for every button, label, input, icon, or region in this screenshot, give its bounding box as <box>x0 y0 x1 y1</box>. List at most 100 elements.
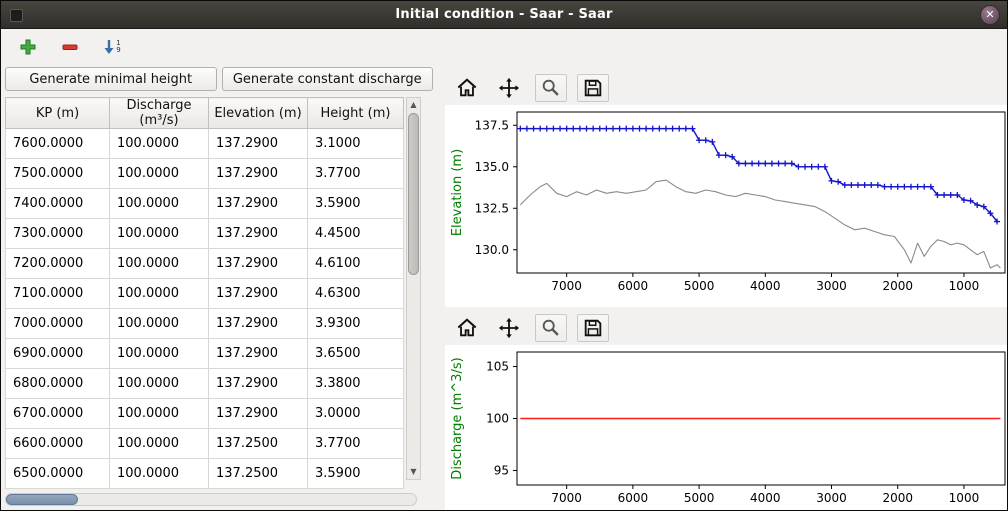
table-cell[interactable]: 7000.0000 <box>6 309 110 339</box>
table-cell[interactable]: 3.7700 <box>308 429 404 459</box>
table-header-row: KP (m) Discharge (m³/s) Elevation (m) He… <box>6 98 404 129</box>
table-cell[interactable]: 6900.0000 <box>6 339 110 369</box>
table-cell[interactable]: 137.2500 <box>209 459 308 489</box>
table-row[interactable]: 7600.0000100.0000137.29003.1000 <box>6 129 404 159</box>
table-cell[interactable]: 3.6500 <box>308 339 404 369</box>
table-cell[interactable]: 7200.0000 <box>6 249 110 279</box>
table-cell[interactable]: 4.6100 <box>308 249 404 279</box>
table-cell[interactable]: 137.2900 <box>209 249 308 279</box>
table-cell[interactable]: 137.2900 <box>209 189 308 219</box>
scrollbar-thumb[interactable] <box>408 113 419 275</box>
table-cell[interactable]: 100.0000 <box>110 219 209 249</box>
table-row[interactable]: 7100.0000100.0000137.29004.6300 <box>6 279 404 309</box>
generate-minimal-height-button[interactable]: Generate minimal height <box>5 67 217 91</box>
table-cell[interactable]: 7100.0000 <box>6 279 110 309</box>
table-cell[interactable]: 6600.0000 <box>6 429 110 459</box>
pan-button[interactable] <box>493 314 525 342</box>
scroll-up-arrow-icon[interactable]: ▲ <box>407 98 420 112</box>
table-row[interactable]: 7500.0000100.0000137.29003.7700 <box>6 159 404 189</box>
table-cell[interactable]: 3.1000 <box>308 129 404 159</box>
table-cell[interactable]: 7400.0000 <box>6 189 110 219</box>
table-cell[interactable]: 100.0000 <box>110 399 209 429</box>
table-cell[interactable]: 100.0000 <box>110 279 209 309</box>
save-button[interactable] <box>577 74 609 102</box>
table-row[interactable]: 7300.0000100.0000137.29004.4500 <box>6 219 404 249</box>
table-cell[interactable]: 137.2900 <box>209 339 308 369</box>
table-cell[interactable]: 100.0000 <box>110 129 209 159</box>
pan-arrows-icon <box>498 317 520 339</box>
zoom-button[interactable] <box>535 314 567 342</box>
table-row[interactable]: 7000.0000100.0000137.29003.9300 <box>6 309 404 339</box>
svg-text:100: 100 <box>486 412 509 426</box>
pan-button[interactable] <box>493 74 525 102</box>
remove-row-button[interactable] <box>57 34 83 60</box>
table-cell[interactable]: 100.0000 <box>110 459 209 489</box>
table-row[interactable]: 6700.0000100.0000137.29003.0000 <box>6 399 404 429</box>
table-row[interactable]: 6800.0000100.0000137.29003.3800 <box>6 369 404 399</box>
svg-text:1000: 1000 <box>949 491 980 505</box>
table-cell[interactable]: 4.6300 <box>308 279 404 309</box>
vertical-scrollbar[interactable]: ▲ ▼ <box>406 97 421 480</box>
table-cell[interactable]: 100.0000 <box>110 429 209 459</box>
table-cell[interactable]: 137.2900 <box>209 309 308 339</box>
header-height[interactable]: Height (m) <box>308 98 404 129</box>
home-button[interactable] <box>451 74 483 102</box>
svg-text:Discharge (m^3/s): Discharge (m^3/s) <box>450 357 465 479</box>
table-cell[interactable]: 3.3800 <box>308 369 404 399</box>
table-cell[interactable]: 6800.0000 <box>6 369 110 399</box>
main-toolbar: 1 9 <box>1 29 1007 65</box>
table-cell[interactable]: 3.7700 <box>308 159 404 189</box>
svg-text:4000: 4000 <box>750 279 781 293</box>
elevation-plot-toolbar <box>445 73 1008 105</box>
generate-constant-discharge-button[interactable]: Generate constant discharge <box>222 67 434 91</box>
scrollbar-track[interactable] <box>407 112 420 465</box>
home-button[interactable] <box>451 314 483 342</box>
table-cell[interactable]: 137.2900 <box>209 369 308 399</box>
table-row[interactable]: 7200.0000100.0000137.29004.6100 <box>6 249 404 279</box>
table-cell[interactable]: 6500.0000 <box>6 459 110 489</box>
table-cell[interactable]: 100.0000 <box>110 159 209 189</box>
header-kp[interactable]: KP (m) <box>6 98 110 129</box>
table-cell[interactable]: 3.9300 <box>308 309 404 339</box>
svg-text:2000: 2000 <box>882 279 913 293</box>
table-cell[interactable]: 7300.0000 <box>6 219 110 249</box>
svg-text:130.0: 130.0 <box>475 243 509 257</box>
save-button[interactable] <box>577 314 609 342</box>
table-cell[interactable]: 7600.0000 <box>6 129 110 159</box>
table-row[interactable]: 6900.0000100.0000137.29003.6500 <box>6 339 404 369</box>
add-row-button[interactable] <box>15 34 41 60</box>
close-button[interactable]: ✕ <box>980 5 1000 25</box>
sort-button[interactable]: 1 9 <box>99 34 125 60</box>
table-cell[interactable]: 100.0000 <box>110 309 209 339</box>
table-cell[interactable]: 100.0000 <box>110 249 209 279</box>
table-cell[interactable]: 137.2500 <box>209 429 308 459</box>
table-cell[interactable]: 100.0000 <box>110 339 209 369</box>
table-row[interactable]: 6600.0000100.0000137.25003.7700 <box>6 429 404 459</box>
header-elevation[interactable]: Elevation (m) <box>209 98 308 129</box>
table-cell[interactable]: 3.0000 <box>308 399 404 429</box>
home-icon <box>456 317 478 339</box>
table-row[interactable]: 7400.0000100.0000137.29003.5900 <box>6 189 404 219</box>
table-cell[interactable]: 137.2900 <box>209 219 308 249</box>
zoom-button[interactable] <box>535 74 567 102</box>
left-panel: Generate minimal height Generate constan… <box>1 65 437 510</box>
scroll-down-arrow-icon[interactable]: ▼ <box>407 465 420 479</box>
table-cell[interactable]: 7500.0000 <box>6 159 110 189</box>
table-cell[interactable]: 6700.0000 <box>6 399 110 429</box>
table-cell[interactable]: 3.5900 <box>308 459 404 489</box>
save-floppy-icon <box>582 77 604 99</box>
svg-text:1000: 1000 <box>949 279 980 293</box>
plus-icon <box>19 38 37 56</box>
table-cell[interactable]: 137.2900 <box>209 399 308 429</box>
horizontal-scrollbar-thumb[interactable] <box>6 494 78 505</box>
table-cell[interactable]: 4.4500 <box>308 219 404 249</box>
horizontal-scrollbar[interactable] <box>5 493 417 506</box>
table-cell[interactable]: 100.0000 <box>110 189 209 219</box>
table-cell[interactable]: 137.2900 <box>209 279 308 309</box>
header-discharge[interactable]: Discharge (m³/s) <box>110 98 209 129</box>
table-cell[interactable]: 3.5900 <box>308 189 404 219</box>
table-cell[interactable]: 137.2900 <box>209 159 308 189</box>
table-cell[interactable]: 137.2900 <box>209 129 308 159</box>
table-cell[interactable]: 100.0000 <box>110 369 209 399</box>
table-row[interactable]: 6500.0000100.0000137.25003.5900 <box>6 459 404 489</box>
